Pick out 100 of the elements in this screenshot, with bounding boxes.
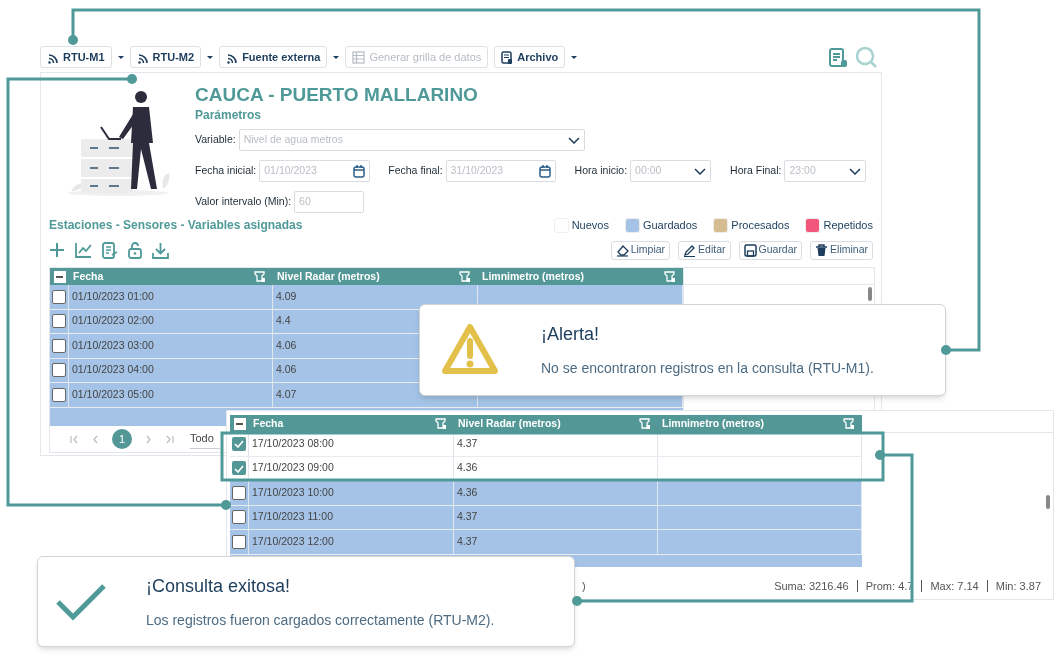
table-cell-text: 17/10/2023 09:00 [252, 460, 334, 476]
row-checkbox[interactable] [52, 338, 66, 353]
next-page-icon[interactable] [144, 434, 153, 444]
action-button[interactable]: Limpiar [610, 240, 671, 260]
caret-icon[interactable] [117, 55, 124, 59]
table-cell-text: 4.37 [457, 509, 478, 525]
row-checkbox[interactable] [52, 289, 66, 304]
grid-row[interactable]: 17/10/2023 11:00 4.37 [230, 505, 862, 530]
table-cell-text: 4.06 [276, 362, 297, 378]
table-cell-text: 01/10/2023 03:00 [72, 337, 154, 353]
table-cell-text: 01/10/2023 01:00 [72, 288, 154, 304]
checkmark-icon [55, 581, 107, 622]
row-checkbox[interactable] [232, 534, 246, 549]
pager-text: ) [582, 578, 586, 594]
row-checkbox[interactable] [52, 314, 66, 329]
toolbar-button[interactable]: RTU-M2 [129, 46, 202, 68]
toolbar-button[interactable]: RTU-M1 [40, 46, 112, 68]
success-message: Los registros fueron cargados correctamente (RTU-M2). [146, 610, 495, 630]
field-label: Variable: [195, 132, 236, 148]
action-button[interactable]: Eliminar [810, 240, 873, 260]
legend-label: Guardados [642, 217, 698, 233]
summary-text: Min: 3.87 [995, 578, 1041, 594]
caret-icon[interactable] [571, 55, 578, 59]
document-icon [501, 50, 514, 64]
add-icon[interactable] [49, 242, 65, 258]
table-icon [352, 50, 366, 64]
table-cell-text: 4.36 [457, 484, 478, 500]
row-checkbox[interactable] [232, 436, 246, 451]
filter-icon[interactable] [254, 271, 265, 282]
caret-icon[interactable] [333, 55, 340, 59]
page-button[interactable]: 1 [112, 429, 132, 449]
table-cell-text: 01/10/2023 02:00 [72, 313, 154, 329]
filter-icon[interactable] [459, 271, 470, 282]
station-title: CAUCA - PUERTO MALLARINO [195, 83, 479, 107]
table-cell-text: 4.37 [457, 435, 478, 451]
last-page-icon[interactable] [165, 434, 174, 444]
grid-row[interactable]: 17/10/2023 12:00 4.37 [230, 530, 862, 555]
column-header[interactable]: Fecha [253, 415, 284, 432]
column-header[interactable]: Fecha [73, 268, 104, 285]
row-checkbox[interactable] [52, 387, 66, 402]
table-cell-text: 4.07 [276, 386, 297, 402]
row-checkbox[interactable] [232, 510, 246, 525]
table-cell-text: 01/10/2023 05:00 [72, 386, 154, 402]
grid-row[interactable]: 01/10/2023 01:00 4.09 [50, 285, 683, 310]
field-label: Fecha inicial: [195, 163, 257, 179]
summary-text: Max: 7.14 [930, 578, 979, 594]
select-all-checkbox[interactable] [53, 270, 66, 283]
row-checkbox[interactable] [52, 363, 66, 378]
grid-row[interactable]: 17/10/2023 10:00 4.36 [230, 481, 862, 506]
trash-icon [815, 243, 829, 257]
table-cell-text: 17/10/2023 10:00 [252, 484, 334, 500]
previous-page-icon[interactable] [91, 434, 100, 444]
toolbar-button[interactable]: Archivo [494, 46, 566, 68]
chevron-down-icon[interactable] [694, 167, 707, 175]
check-icon [234, 463, 244, 473]
table-cell-text: 4.06 [276, 337, 297, 353]
column-header[interactable]: Limnimetro (metros) [482, 268, 585, 285]
row-checkbox[interactable] [232, 485, 246, 500]
select-all-checkbox[interactable] [233, 417, 246, 430]
table-cell-text: 17/10/2023 12:00 [252, 533, 334, 549]
section-title: Estaciones - Sensores - Variables asignadas [49, 217, 303, 234]
download-icon[interactable] [152, 241, 169, 259]
field-label: Valor intervalo (Min): [195, 194, 292, 210]
column-header[interactable]: Limnimetro (metros) [662, 415, 765, 432]
first-page-icon[interactable] [70, 434, 79, 444]
column-header[interactable]: Nivel Radar (metros) [277, 268, 380, 285]
chevron-down-icon[interactable] [849, 167, 862, 175]
check-icon [234, 439, 244, 449]
table-cell-text: 17/10/2023 08:00 [252, 435, 334, 451]
summary-text: Suma: 3216.46 [774, 578, 849, 594]
filter-icon[interactable] [843, 418, 854, 429]
calendar-icon[interactable] [538, 164, 551, 178]
pencil-icon [683, 243, 697, 257]
action-button[interactable]: Guardar [738, 240, 803, 260]
legend-label: Repetidos [823, 217, 873, 233]
field-label: Fecha final: [388, 163, 443, 179]
filter-icon[interactable] [664, 271, 675, 282]
unlock-icon[interactable] [128, 241, 142, 259]
document-icon[interactable] [102, 241, 118, 259]
chevron-down-icon[interactable] [567, 136, 580, 144]
calendar-icon[interactable] [353, 164, 366, 178]
field-label: Hora inicio: [574, 163, 628, 179]
scrollbar-thumb[interactable] [1046, 495, 1050, 509]
page-size-dropdown[interactable]: Todo [190, 429, 220, 449]
document-icon[interactable] [828, 47, 848, 68]
filter-icon[interactable] [435, 418, 446, 429]
column-header[interactable]: Nivel Radar (metros) [458, 415, 561, 432]
row-checkbox[interactable] [232, 461, 246, 476]
table-cell-text: 4.09 [276, 288, 297, 304]
caret-icon[interactable] [207, 55, 214, 59]
table-cell-text: 4.37 [457, 533, 478, 549]
filter-icon[interactable] [639, 418, 650, 429]
action-button[interactable]: Editar [678, 240, 731, 260]
line-chart-icon[interactable] [75, 242, 92, 258]
eraser-icon [615, 243, 629, 257]
toolbar-button[interactable]: Fuente externa [219, 46, 328, 68]
field-label: Hora Final: [730, 163, 782, 179]
table-cell-text: 4.36 [457, 460, 478, 476]
section-title: Parámetros [195, 107, 263, 123]
scrollbar-thumb[interactable] [868, 287, 872, 301]
